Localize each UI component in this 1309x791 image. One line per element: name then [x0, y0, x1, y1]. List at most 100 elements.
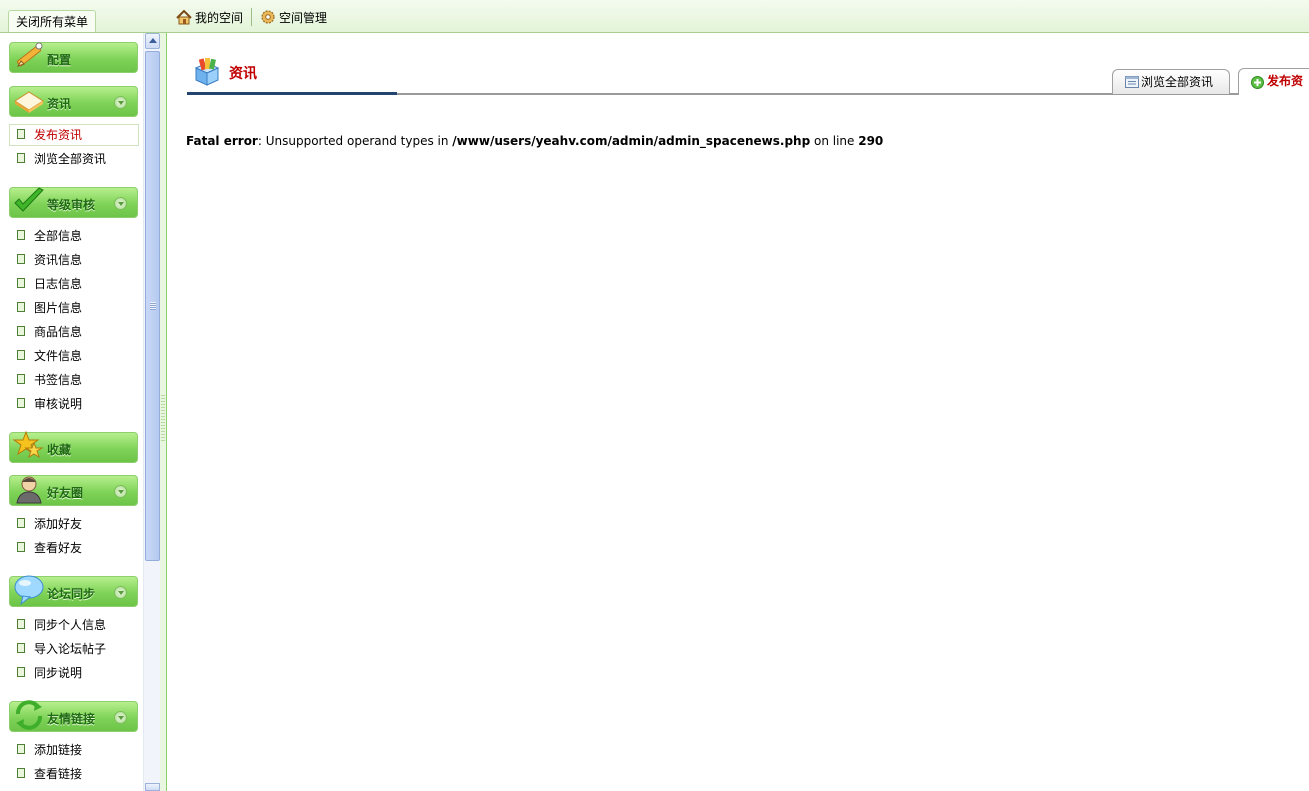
document-icon — [17, 350, 25, 360]
tab-browse-all-news-label: 浏览全部资讯 — [1141, 75, 1214, 89]
error-prefix: Fatal error — [186, 134, 258, 148]
document-icon — [17, 518, 25, 528]
sidebar-item-goods-info[interactable]: 商品信息 — [9, 321, 139, 343]
document-icon — [17, 302, 25, 312]
user-icon — [16, 476, 42, 504]
sidebar-item-review-notes[interactable]: 审核说明 — [9, 393, 139, 415]
nav-my-space[interactable]: 我的空间 — [176, 7, 249, 27]
book-icon — [14, 91, 44, 113]
tab-publish-news[interactable]: 发布资 — [1238, 68, 1309, 95]
sidebar-group-friends-label: 好友圈 — [47, 486, 84, 500]
sidebar-group-favorites[interactable]: 收藏 — [9, 430, 138, 463]
sidebar-item-label: 浏览全部资讯 — [34, 152, 107, 166]
sidebar-item-image-info[interactable]: 图片信息 — [9, 297, 139, 319]
pane-splitter[interactable] — [160, 33, 167, 791]
refresh-icon — [16, 700, 42, 730]
error-line-number: 290 — [858, 134, 884, 148]
gear-icon — [261, 10, 275, 24]
sidebar-item-add-link[interactable]: 添加链接 — [9, 739, 139, 761]
star-icon — [12, 430, 44, 459]
sidebar-group-news[interactable]: 资讯 — [9, 86, 138, 117]
sidebar-group-config-label: 配置 — [47, 53, 72, 67]
sidebar-item-bookmark-info[interactable]: 书签信息 — [9, 369, 139, 391]
checkmark-icon — [14, 187, 44, 212]
sidebar-group-favorites-label: 收藏 — [47, 443, 72, 457]
error-line-prefix: on line — [810, 134, 859, 148]
nav-space-management-label: 空间管理 — [279, 10, 328, 25]
document-icon — [17, 667, 25, 677]
sidebar-item-blog-info[interactable]: 日志信息 — [9, 273, 139, 295]
document-icon — [17, 643, 25, 653]
sidebar-item-label: 同步个人信息 — [34, 618, 107, 632]
document-icon — [17, 744, 25, 754]
nav-my-space-label: 我的空间 — [195, 10, 244, 25]
sidebar-group-links[interactable]: 友情链接 — [9, 700, 138, 732]
sidebar-item-add-friend[interactable]: 添加好友 — [9, 513, 139, 535]
sidebar-item-all-info[interactable]: 全部信息 — [9, 225, 139, 247]
splitter-grip — [161, 395, 165, 441]
fatal-error-message: Fatal error: Unsupported operand types i… — [186, 134, 883, 148]
sidebar-item-publish-news[interactable]: 发布资讯 — [9, 124, 139, 146]
title-divider-accent — [187, 92, 397, 95]
sidebar-item-view-links[interactable]: 查看链接 — [9, 763, 139, 785]
main-content: 资讯 浏览全部资讯 发布资 Fatal error: Unsupported o… — [167, 33, 1309, 791]
document-icon — [17, 278, 25, 288]
sidebar-item-label: 查看好友 — [34, 541, 83, 555]
error-message: : Unsupported operand types in — [257, 134, 453, 148]
sidebar-item-browse-news[interactable]: 浏览全部资讯 — [9, 148, 139, 170]
sidebar-item-label: 日志信息 — [34, 277, 83, 291]
sidebar-scrollbar[interactable] — [143, 33, 161, 791]
document-icon — [17, 619, 25, 629]
sidebar-item-sync-notes[interactable]: 同步说明 — [9, 662, 139, 684]
tab-browse-all-news[interactable]: 浏览全部资讯 — [1112, 69, 1230, 94]
document-icon — [17, 374, 25, 384]
document-icon — [17, 768, 25, 778]
scrollbar-thumb[interactable] — [145, 51, 160, 561]
sidebar-item-label: 图片信息 — [34, 301, 83, 315]
sidebar-item-sync-profile[interactable]: 同步个人信息 — [9, 614, 139, 636]
sidebar-item-label: 全部信息 — [34, 229, 83, 243]
scroll-down-button[interactable] — [145, 783, 160, 791]
sidebar-item-label: 添加链接 — [34, 743, 83, 757]
sidebar-item-label: 审核说明 — [34, 397, 83, 411]
sidebar-group-friends[interactable]: 好友圈 — [9, 475, 138, 506]
top-nav: 我的空间 空间管理 — [176, 7, 333, 27]
chevron-down-icon[interactable] — [114, 96, 127, 109]
sidebar-item-news-info[interactable]: 资讯信息 — [9, 249, 139, 271]
chevron-down-icon[interactable] — [114, 197, 127, 210]
document-icon — [17, 542, 25, 552]
sidebar-item-import-posts[interactable]: 导入论坛帖子 — [9, 638, 139, 660]
scroll-up-button[interactable] — [145, 33, 160, 49]
sidebar-group-review[interactable]: 等级审核 — [9, 187, 138, 218]
chevron-down-icon[interactable] — [114, 586, 127, 599]
sidebar-group-forum-sync-label: 论坛同步 — [47, 587, 96, 601]
document-icon — [17, 398, 25, 408]
plus-circle-icon — [1251, 76, 1264, 89]
sidebar-item-label: 文件信息 — [34, 349, 83, 363]
document-icon — [17, 129, 25, 139]
sidebar-item-label: 发布资讯 — [34, 128, 83, 142]
sidebar-item-label: 资讯信息 — [34, 253, 83, 267]
home-icon — [176, 9, 192, 24]
sidebar-item-label: 商品信息 — [34, 325, 83, 339]
sidebar-item-label: 添加好友 — [34, 517, 83, 531]
sidebar-group-config[interactable]: 配置 — [9, 42, 138, 73]
list-icon — [1125, 76, 1139, 88]
sidebar-item-label: 书签信息 — [34, 373, 83, 387]
document-icon — [17, 326, 25, 336]
chevron-down-icon[interactable] — [114, 711, 127, 724]
sidebar-group-links-label: 友情链接 — [47, 712, 96, 726]
pencil-icon — [16, 42, 43, 67]
sidebar-item-file-info[interactable]: 文件信息 — [9, 345, 139, 367]
document-icon — [17, 153, 25, 163]
speech-bubble-icon — [14, 575, 44, 606]
chevron-down-icon[interactable] — [114, 485, 127, 498]
sidebar-item-view-friends[interactable]: 查看好友 — [9, 537, 139, 559]
sidebar-group-forum-sync[interactable]: 论坛同步 — [9, 575, 138, 607]
top-bar: 关闭所有菜单 我的空间 空间管理 — [0, 0, 1309, 33]
nav-space-management[interactable]: 空间管理 — [260, 7, 333, 27]
sidebar-item-label: 同步说明 — [34, 666, 83, 680]
sidebar-item-label: 导入论坛帖子 — [34, 642, 107, 656]
news-box-icon — [194, 58, 220, 86]
close-all-menus-tab[interactable]: 关闭所有菜单 — [8, 10, 96, 32]
